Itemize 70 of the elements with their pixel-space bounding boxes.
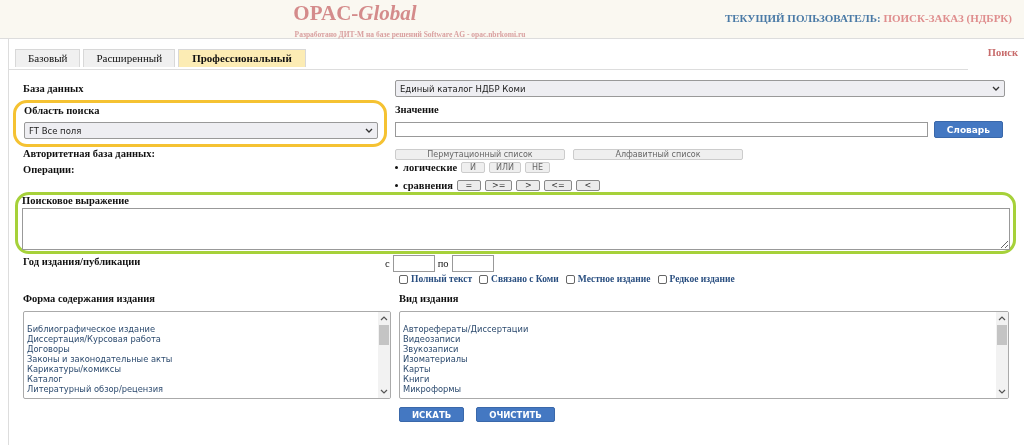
caret-icon — [992, 86, 1000, 91]
checkbox[interactable] — [399, 274, 408, 284]
list-item[interactable]: Законы и законодательные акты — [27, 354, 378, 364]
field-label: Авторитетная база данных: — [22, 147, 156, 161]
tab[interactable]: Базовый — [15, 49, 81, 67]
current-user: ТЕКУЩИЙ ПОЛЬЗОВАТЕЛЬ: ПОИСК-ЗАКАЗ (НДБРК) — [724, 12, 1012, 24]
list-item[interactable]: Литературный обзор/рецензия — [27, 384, 378, 394]
checkbox-label: Местное издание — [577, 274, 651, 284]
list-item[interactable]: Договоры — [27, 344, 378, 354]
list-button[interactable]: Алфавитный список — [573, 149, 743, 160]
dropdown[interactable]: FT Все поля — [24, 122, 378, 139]
year-to-input[interactable] — [451, 255, 494, 272]
list-button[interactable]: Пермутационный список — [395, 149, 565, 160]
list-item[interactable]: Карты — [403, 364, 996, 374]
scrollbar-thumb[interactable] — [379, 325, 389, 345]
field-label: Значение — [395, 103, 440, 117]
checkbox[interactable] — [657, 274, 667, 284]
action-button[interactable]: ОЧИСТИТЬ — [476, 407, 555, 422]
field-label: База данных — [22, 82, 85, 96]
field-label: Поисковое выражение — [22, 195, 130, 207]
operator-button[interactable]: <= — [544, 180, 572, 191]
field-label: Форма содержания издания — [23, 292, 156, 306]
range-label: по — [437, 258, 449, 269]
checkbox-label: Редкое издание — [669, 274, 735, 284]
list-item[interactable]: Видеозаписи — [403, 334, 996, 344]
bullet-icon — [395, 166, 398, 169]
action-button[interactable]: ИСКАТЬ — [399, 407, 465, 422]
operator-button[interactable]: ИЛИ — [489, 162, 522, 173]
operation-label: логические — [403, 162, 458, 173]
operator-button[interactable]: = — [456, 180, 481, 191]
operator-button[interactable]: > — [516, 180, 541, 191]
tab[interactable]: Профессиональный — [178, 49, 306, 67]
caret-icon — [365, 128, 373, 133]
dropdown[interactable]: Единый каталог НДБР Коми — [395, 80, 1005, 97]
list-item[interactable]: Звукозаписи — [403, 344, 996, 354]
listbox[interactable]: Авторефераты/Диссертации Видеозаписи Звукозаписи Изоматериалы Карты Книги Микроформы — [399, 311, 1009, 399]
scrollbar[interactable] — [378, 312, 390, 398]
value-input[interactable] — [395, 122, 928, 137]
list-item[interactable]: Каталог — [27, 374, 378, 384]
list-item[interactable]: Диссертация/Курсовая работа — [27, 334, 378, 344]
field-label: Вид издания — [399, 292, 460, 306]
expression-textarea[interactable] — [22, 208, 1010, 250]
list-item[interactable]: Библиографическое издание — [27, 324, 378, 334]
scrollbar-thumb[interactable] — [997, 325, 1007, 345]
operator-button[interactable]: НЕ — [525, 162, 551, 173]
range-label: с — [385, 258, 390, 269]
operator-button[interactable]: И — [461, 162, 486, 173]
list-item[interactable]: Авторефераты/Диссертации — [403, 324, 996, 334]
list-item[interactable]: Микроформы — [403, 384, 996, 394]
dictionary-button[interactable]: Словарь — [933, 121, 1003, 138]
bullet-icon — [395, 184, 398, 187]
list-item[interactable]: Изоматериалы — [403, 354, 996, 364]
list-item[interactable]: Книги — [403, 374, 996, 384]
year-from-input[interactable] — [392, 255, 435, 272]
logo-title: OPAC-Global — [293, 1, 417, 25]
operator-button[interactable]: < — [575, 180, 600, 191]
checkbox-label: Полный текст — [411, 274, 473, 284]
listbox[interactable]: Библиографическое издание Диссертация/Курсовая работа Договоры Законы и законодательные акты Карикатуры/комиксы Каталог Литературный обзор/рецензия — [23, 311, 391, 399]
field-label: Год издания/публикации — [23, 255, 141, 269]
field-label: Область поиска — [24, 104, 101, 118]
field-label: Операции: — [22, 163, 76, 177]
checkbox[interactable] — [479, 274, 489, 284]
operation-label: сравнения — [403, 180, 453, 191]
scrollbar[interactable] — [996, 312, 1008, 398]
tab[interactable]: Расширенный — [83, 49, 176, 67]
search-link[interactable]: Поиск — [987, 47, 1024, 58]
checkbox-label: Связано с Коми — [491, 274, 559, 284]
operator-button[interactable]: >= — [484, 180, 513, 191]
list-item[interactable]: Карикатуры/комиксы — [27, 364, 378, 374]
checkbox[interactable] — [565, 274, 575, 284]
